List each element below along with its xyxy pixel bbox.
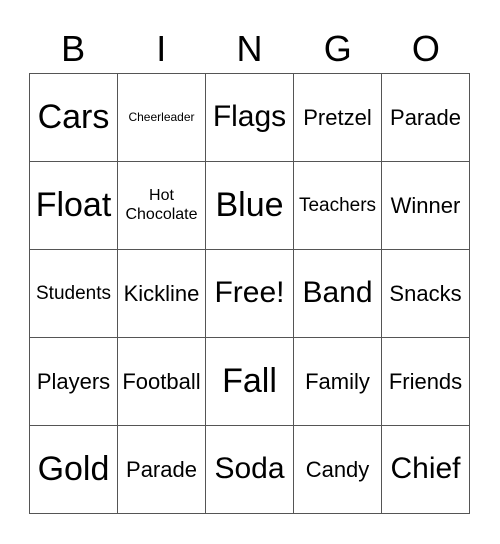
- bingo-cell-label: Soda: [214, 452, 285, 486]
- bingo-cell[interactable]: Float: [30, 162, 118, 250]
- bingo-cell[interactable]: Free!: [206, 250, 294, 338]
- header-letter-o: O: [411, 28, 440, 69]
- bingo-cell[interactable]: Parade: [118, 426, 206, 514]
- bingo-cell-label: Flags: [212, 100, 287, 134]
- bingo-cell[interactable]: Band: [294, 250, 382, 338]
- bingo-cell-label: Parade: [390, 104, 461, 130]
- header-letter-n: N: [236, 28, 263, 69]
- bingo-cell-label: Fall: [222, 361, 277, 400]
- bingo-cell-label: Parade: [126, 456, 197, 482]
- bingo-cell[interactable]: Blue: [206, 162, 294, 250]
- bingo-cell[interactable]: Kickline: [118, 250, 206, 338]
- bingo-cell-label: Teachers: [298, 194, 377, 216]
- bingo-cell[interactable]: Family: [294, 338, 382, 426]
- bingo-cell[interactable]: Students: [30, 250, 118, 338]
- bingo-cell[interactable]: Soda: [206, 426, 294, 514]
- bingo-cell-label: Free!: [214, 276, 285, 310]
- bingo-cell-label: Pretzel: [303, 104, 372, 130]
- bingo-cell[interactable]: Cheerleader: [118, 74, 206, 162]
- bingo-cell[interactable]: Chief: [382, 426, 470, 514]
- bingo-cell-label: Players: [36, 368, 111, 394]
- bingo-cell[interactable]: Cars: [30, 74, 118, 162]
- bingo-header: B I N G O: [29, 26, 470, 72]
- bingo-grid: Cars Cheerleader Flags Pretzel Parade Float Ho…: [29, 73, 470, 514]
- bingo-cell-label: Students: [36, 282, 111, 304]
- bingo-cell-label: Float: [35, 185, 112, 224]
- header-letter-g: G: [323, 28, 352, 69]
- bingo-cell-label: Friends: [388, 368, 463, 394]
- bingo-cell[interactable]: Pretzel: [294, 74, 382, 162]
- bingo-cell-label: Gold: [37, 449, 110, 488]
- bingo-cell-label: Band: [302, 276, 373, 310]
- bingo-cell-label: Candy: [305, 456, 370, 482]
- bingo-cell-label: Cars: [37, 97, 110, 136]
- bingo-cell-label: Blue: [215, 185, 284, 224]
- bingo-cell-label: Snacks: [389, 280, 462, 306]
- bingo-cell[interactable]: Hot Chocolate: [118, 162, 206, 250]
- bingo-cell[interactable]: Players: [30, 338, 118, 426]
- header-letter-b: B: [61, 28, 86, 69]
- bingo-cell-label: Cheerleader: [128, 109, 195, 124]
- bingo-cell[interactable]: Flags: [206, 74, 294, 162]
- bingo-cell[interactable]: Teachers: [294, 162, 382, 250]
- bingo-cell[interactable]: Friends: [382, 338, 470, 426]
- bingo-cell[interactable]: Fall: [206, 338, 294, 426]
- bingo-cell-label: Hot Chocolate: [125, 187, 198, 223]
- bingo-cell[interactable]: Gold: [30, 426, 118, 514]
- bingo-cell-label: Winner: [390, 192, 461, 218]
- bingo-cell[interactable]: Parade: [382, 74, 470, 162]
- header-letter-i: I: [156, 28, 167, 69]
- bingo-cell[interactable]: Snacks: [382, 250, 470, 338]
- bingo-cell[interactable]: Football: [118, 338, 206, 426]
- bingo-cell-label: Kickline: [123, 280, 200, 306]
- bingo-cell-label: Family: [305, 368, 370, 394]
- bingo-cell[interactable]: Candy: [294, 426, 382, 514]
- bingo-cell-label: Chief: [390, 452, 461, 486]
- bingo-cell[interactable]: Winner: [382, 162, 470, 250]
- bingo-cell-label: Football: [122, 368, 201, 394]
